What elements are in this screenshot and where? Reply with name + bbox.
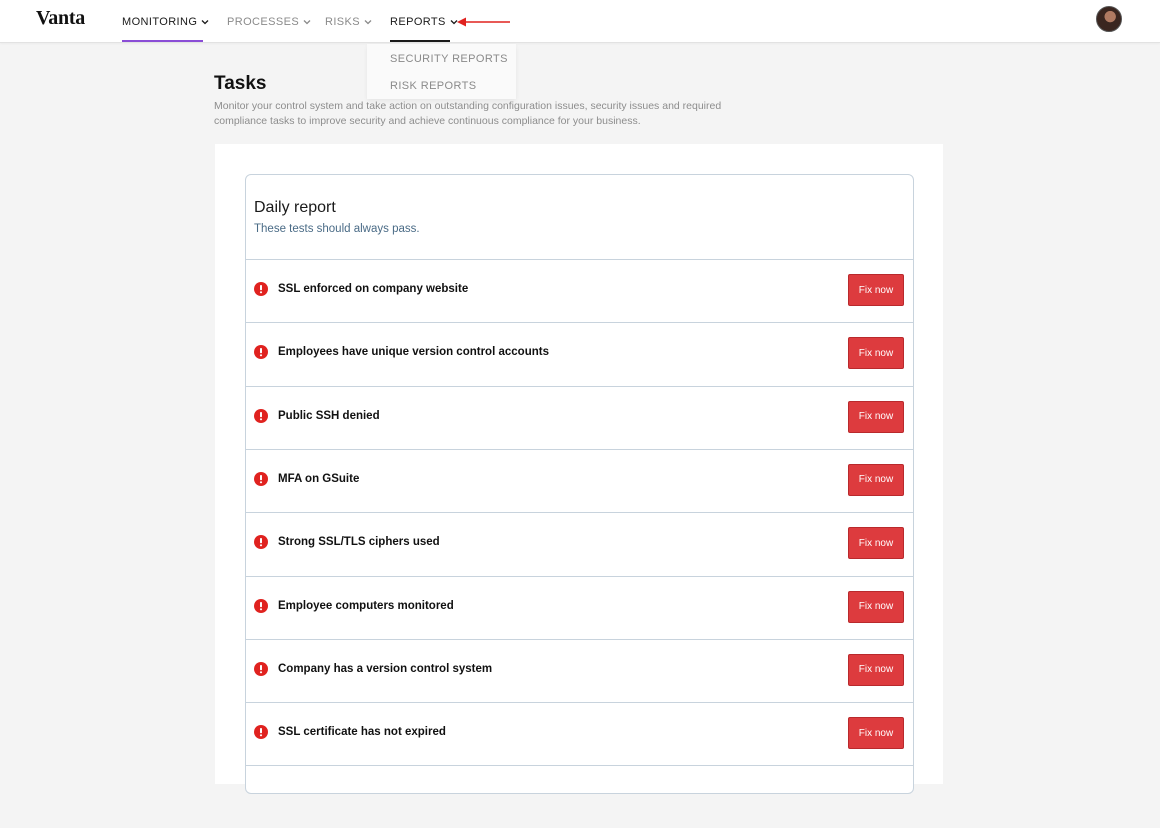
nav-reports-label: REPORTS (390, 15, 446, 28)
page-description: Monitor your control system and take act… (214, 100, 722, 127)
alert-icon (254, 408, 268, 423)
fix-now-button[interactable]: Fix now (848, 463, 904, 496)
alert-icon (254, 471, 268, 486)
test-row: SSL certificate has not expired Fix now (246, 702, 913, 765)
red-arrow-annotation-icon (457, 17, 510, 27)
fix-now-button[interactable]: Fix now (848, 527, 904, 560)
test-row: Employees have unique version control ac… (246, 322, 913, 385)
test-label: Public SSH denied (278, 409, 380, 422)
alert-icon (254, 282, 268, 296)
report-subtitle: These tests should always pass. (254, 223, 420, 235)
vanta-logo[interactable]: Vanta (36, 7, 85, 30)
tasks-panel: Daily report These tests should always p… (215, 144, 943, 794)
alert-icon (254, 345, 268, 360)
report-title: Daily report (254, 199, 336, 216)
test-label: Employee computers monitored (278, 599, 454, 612)
nav-processes-label: PROCESSES (227, 15, 300, 28)
fix-now-button[interactable]: Fix now (848, 653, 904, 686)
chevron-down-icon (364, 19, 372, 24)
fix-now-button[interactable]: Fix now (848, 400, 904, 433)
fix-now-button[interactable]: Fix now (848, 337, 904, 370)
fix-now-button[interactable]: Fix now (848, 274, 904, 306)
test-row: Public SSH denied Fix now (246, 385, 913, 449)
test-label: SSL enforced on company website (278, 283, 469, 295)
test-label: SSL certificate has not expired (278, 726, 446, 739)
menu-item-security-reports[interactable]: SECURITY REPORTS (390, 53, 508, 65)
menu-item-risk-reports[interactable]: RISK REPORTS (390, 80, 477, 92)
chevron-down-icon (201, 19, 209, 24)
nav-active-underline-reports (390, 40, 450, 42)
row-divider (246, 765, 913, 828)
top-navbar: Vanta MONITORING PROCESSES RISKS REPORTS (0, 0, 1160, 43)
alert-icon (254, 535, 268, 550)
nav-risks[interactable]: RISKS (325, 0, 373, 43)
test-row: SSL enforced on company website Fix now (246, 259, 913, 322)
reports-dropdown-menu: SECURITY REPORTS RISK REPORTS (367, 44, 516, 99)
daily-report-card: Daily report These tests should always p… (245, 174, 914, 794)
test-row: Strong SSL/TLS ciphers used Fix now (246, 512, 913, 575)
nav-active-underline-monitoring (122, 40, 203, 42)
test-label: Company has a version control system (278, 662, 493, 675)
nav-processes[interactable]: PROCESSES (227, 0, 312, 43)
test-row: Employee computers monitored Fix now (246, 575, 913, 639)
nav-risks-label: RISKS (325, 15, 361, 28)
page-title: Tasks (214, 73, 267, 94)
nav-reports[interactable]: REPORTS (390, 0, 459, 43)
alert-icon (254, 725, 268, 740)
test-row: Company has a version control system Fix … (246, 638, 913, 702)
chevron-down-icon (303, 19, 311, 24)
nav-monitoring[interactable]: MONITORING (122, 0, 210, 43)
nav-monitoring-label: MONITORING (122, 15, 198, 28)
alert-icon (254, 661, 268, 676)
alert-icon (254, 598, 268, 613)
test-row: MFA on GSuite Fix now (246, 448, 913, 512)
test-label: MFA on GSuite (278, 472, 360, 485)
test-label: Employees have unique version control ac… (278, 346, 549, 359)
user-avatar[interactable] (1096, 6, 1122, 32)
fix-now-button[interactable]: Fix now (848, 717, 904, 750)
test-label: Strong SSL/TLS ciphers used (278, 536, 440, 549)
fix-now-button[interactable]: Fix now (848, 590, 904, 623)
